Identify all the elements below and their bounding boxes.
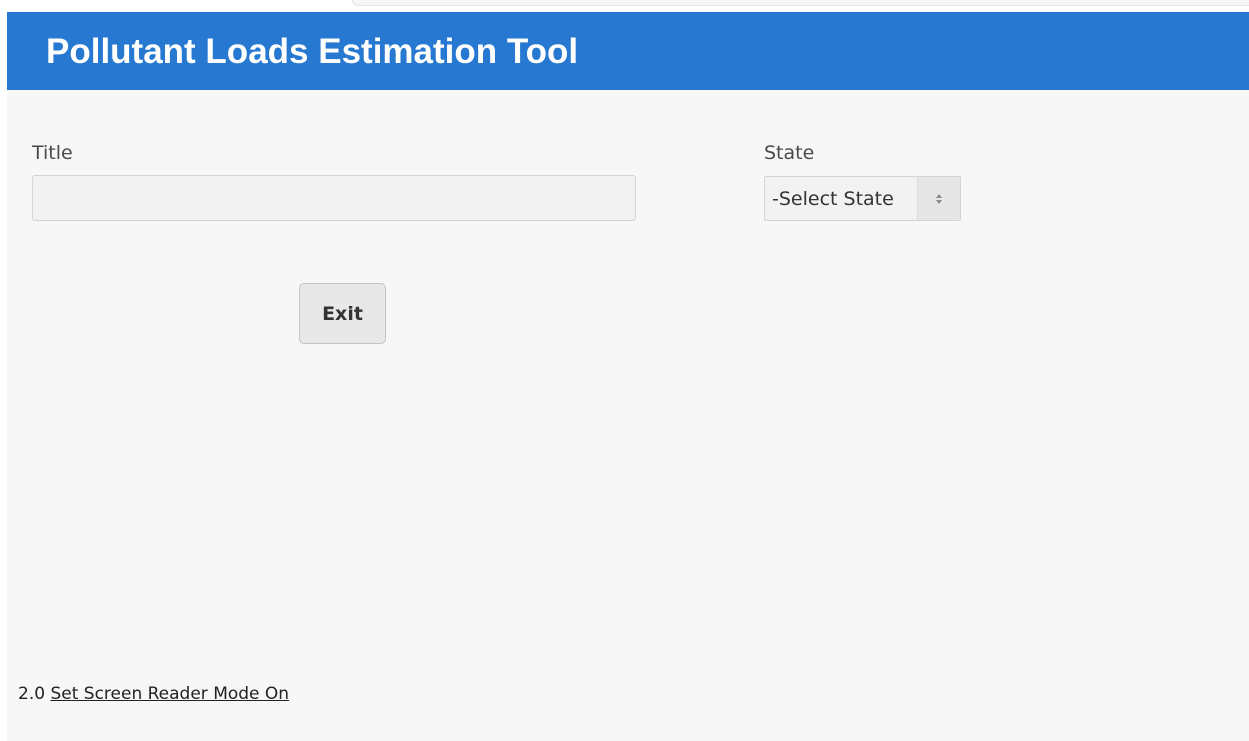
state-label: State [764, 142, 815, 164]
app-frame: Pollutant Loads Estimation Tool Title St… [7, 12, 1249, 741]
exit-button[interactable]: Exit [299, 283, 386, 344]
browser-top-strip [0, 0, 1249, 12]
title-label: Title [32, 142, 73, 164]
screen-reader-mode-link[interactable]: Set Screen Reader Mode On [50, 684, 289, 704]
title-input[interactable] [32, 175, 636, 221]
state-select[interactable]: -Select State [764, 176, 961, 221]
sort-arrows-icon [936, 194, 942, 204]
version-text: 2.0 [18, 684, 46, 704]
browser-tab-edge [352, 0, 1249, 6]
state-select-value: -Select State [772, 188, 894, 210]
header-bar: Pollutant Loads Estimation Tool [7, 12, 1249, 90]
footer: 2.0 Set Screen Reader Mode On [18, 683, 289, 705]
state-select-arrow[interactable] [917, 177, 960, 220]
app-title: Pollutant Loads Estimation Tool [46, 32, 579, 71]
